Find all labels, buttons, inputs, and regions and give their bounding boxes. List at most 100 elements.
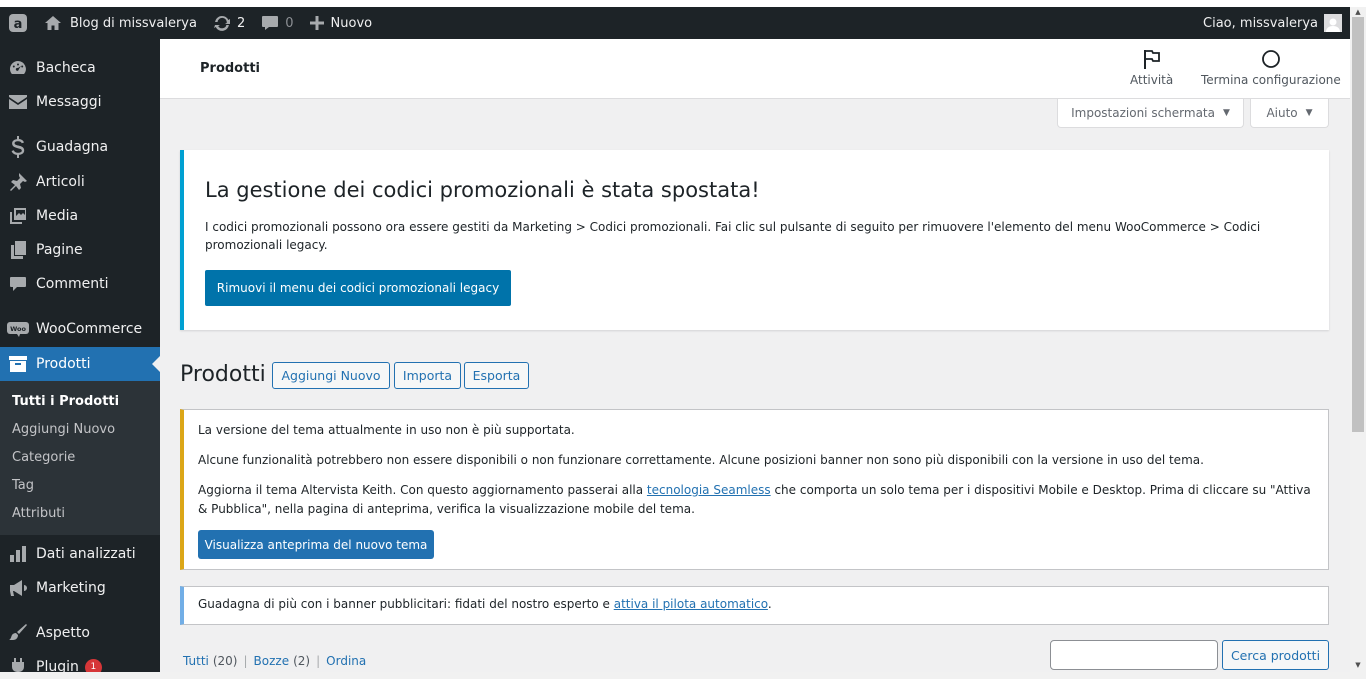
avatar — [1324, 14, 1342, 32]
remove-legacy-coupon-menu-button[interactable]: Rimuovi il menu dei codici promozionali … — [205, 270, 511, 306]
notice-text: I codici promozionali possono ora essere… — [205, 220, 1261, 252]
dashboard-icon — [0, 58, 36, 78]
activity-label: Attività — [1130, 73, 1174, 87]
woocommerce-icon: Woo — [0, 321, 36, 337]
sidebar-item-commenti[interactable]: Commenti — [0, 267, 160, 301]
sidebar-item-label: Commenti — [36, 276, 109, 292]
filter-drafts-count: (2) — [293, 654, 311, 668]
sidebar-item-label: Pagine — [36, 242, 83, 258]
screen-options-button[interactable]: Impostazioni schermata ▼ — [1057, 99, 1244, 128]
svg-text:a: a — [14, 17, 23, 32]
sidebar-item-label: Articoli — [36, 174, 85, 190]
plus-icon — [309, 16, 324, 30]
paintbrush-icon — [0, 623, 36, 643]
export-button[interactable]: Esporta — [464, 362, 529, 389]
updates-link[interactable]: 2 — [205, 7, 253, 39]
sidebar-item-media[interactable]: Media — [0, 199, 160, 233]
sidebar-item-aspetto[interactable]: Aspetto — [0, 616, 160, 650]
separator: | — [243, 654, 248, 668]
sidebar-item-messaggi[interactable]: Messaggi — [0, 85, 160, 119]
notice-paragraph: Aggiorna il tema Altervista Keith. Con q… — [198, 481, 1313, 519]
coupon-moved-notice: La gestione dei codici promozionali è st… — [180, 150, 1329, 330]
scrollbar-thumb[interactable] — [1352, 17, 1364, 432]
sidebar-item-bacheca[interactable]: Bacheca — [0, 51, 160, 85]
scroll-up-icon[interactable]: ▲ — [1350, 7, 1366, 17]
sidebar-item-label: Prodotti — [36, 356, 91, 372]
status-filters: Tutti (20) | Bozze (2) | Ordina — [183, 654, 366, 668]
help-label: Aiuto — [1266, 106, 1298, 120]
submenu-tags[interactable]: Tag — [12, 478, 34, 493]
ads-autopilot-notice: Guadagna di più con i banner pubblicitar… — [180, 586, 1329, 625]
preview-new-theme-button[interactable]: Visualizza anteprima del nuovo tema — [198, 530, 434, 559]
new-label: Nuovo — [330, 15, 373, 31]
products-submenu: Tutti i Prodotti Aggiungi Nuovo Categori… — [0, 381, 160, 535]
vertical-scrollbar[interactable]: ▲ ▼ — [1350, 7, 1366, 672]
sidebar-item-articoli[interactable]: Articoli — [0, 165, 160, 199]
sort-link[interactable]: Ordina — [326, 654, 366, 668]
svg-text:Woo: Woo — [10, 325, 26, 333]
filter-all-count: (20) — [212, 654, 238, 668]
sidebar-item-label: Media — [36, 208, 79, 224]
submenu-all-products[interactable]: Tutti i Prodotti — [12, 394, 119, 409]
caret-down-icon: ▼ — [1222, 108, 1230, 118]
sidebar-item-dati-analizzati[interactable]: Dati analizzati — [0, 537, 160, 571]
sidebar-item-label: Marketing — [36, 580, 106, 596]
my-account-link[interactable]: Ciao, missvalerya — [1203, 14, 1350, 32]
updates-count: 2 — [236, 15, 246, 31]
flag-icon — [1143, 49, 1161, 73]
greeting-label: Ciao, missvalerya — [1203, 15, 1318, 31]
theme-outdated-notice: La versione del tema attualmente in uso … — [180, 409, 1329, 570]
window-top-strip — [0, 0, 1366, 7]
product-search-input[interactable] — [1050, 640, 1218, 670]
pages-icon — [0, 240, 36, 260]
sidebar-item-label: Messaggi — [36, 94, 102, 110]
separator: | — [316, 654, 321, 668]
pushpin-icon — [0, 172, 36, 192]
sidebar-item-pagine[interactable]: Pagine — [0, 233, 160, 267]
submenu-add-new[interactable]: Aggiungi Nuovo — [12, 422, 115, 437]
notice-text: Aggiorna il tema Altervista Keith. Con q… — [198, 483, 647, 497]
activity-button[interactable]: Attività — [1130, 49, 1173, 87]
comment-bubble-icon — [261, 15, 279, 31]
setup-label: Termina configurazione — [1201, 73, 1341, 87]
scroll-down-icon[interactable]: ▼ — [1350, 660, 1366, 670]
sidebar-item-label: Aspetto — [36, 625, 90, 641]
admin-bar: a Blog di missvalerya 2 0 Nuovo Ciao, mi… — [0, 7, 1350, 39]
seamless-technology-link[interactable]: tecnologia Seamless — [647, 483, 771, 497]
sidebar-item-marketing[interactable]: Marketing — [0, 571, 160, 605]
sidebar-item-label: Bacheca — [36, 60, 96, 76]
altervista-logo-icon[interactable]: a — [0, 7, 36, 39]
sidebar-item-label: Guadagna — [36, 139, 109, 155]
media-icon — [0, 206, 36, 226]
bar-chart-icon — [0, 545, 36, 563]
finish-setup-button[interactable]: Termina configurazione — [1201, 49, 1341, 87]
notice-paragraph: Guadagna di più con i banner pubblicitar… — [198, 597, 772, 611]
sidebar-item-prodotti[interactable]: Prodotti — [0, 347, 160, 381]
sidebar-item-guadagna[interactable]: Guadagna — [0, 130, 160, 164]
updates-icon — [213, 14, 231, 32]
comments-count: 0 — [285, 15, 294, 31]
caret-down-icon: ▼ — [1305, 108, 1313, 118]
archive-icon — [0, 355, 36, 373]
horizontal-scrollbar[interactable] — [0, 672, 1366, 679]
comments-link[interactable]: 0 — [253, 7, 301, 39]
help-button[interactable]: Aiuto ▼ — [1250, 99, 1329, 128]
new-content-link[interactable]: Nuovo — [302, 7, 381, 39]
sidebar-item-label: WooCommerce — [36, 321, 143, 337]
woocommerce-header: Prodotti Attività Termina configurazione — [160, 39, 1350, 99]
site-name-link[interactable]: Blog di missvalerya — [36, 7, 205, 39]
autopilot-link[interactable]: attiva il pilota automatico — [614, 597, 768, 611]
comment-icon — [0, 275, 36, 293]
notice-paragraph: Alcune funzionalità potrebbero non esser… — [198, 453, 1204, 467]
sidebar-item-label: Dati analizzati — [36, 546, 136, 562]
add-new-button[interactable]: Aggiungi Nuovo — [272, 362, 390, 389]
sidebar-item-woocommerce[interactable]: Woo WooCommerce — [0, 312, 160, 346]
filter-drafts-link[interactable]: Bozze — [254, 654, 290, 668]
submenu-categories[interactable]: Categorie — [12, 450, 75, 465]
import-button[interactable]: Importa — [394, 362, 461, 389]
filter-all-link[interactable]: Tutti — [183, 654, 209, 668]
megaphone-icon — [0, 579, 36, 597]
site-name-label: Blog di missvalerya — [70, 15, 197, 31]
search-products-button[interactable]: Cerca prodotti — [1222, 640, 1329, 670]
submenu-attributes[interactable]: Attributi — [12, 506, 65, 521]
